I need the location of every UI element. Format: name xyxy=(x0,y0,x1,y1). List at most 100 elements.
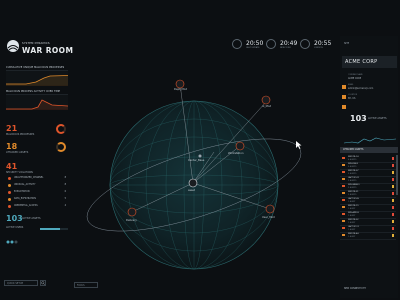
processes-ring-icon xyxy=(56,124,66,134)
row-title: LAPTOP-05 xyxy=(348,197,359,200)
field-value: admin@acmecorp.com xyxy=(348,87,374,90)
field-key: COMPANY NAME xyxy=(348,74,363,76)
field-value: NY, US xyxy=(348,97,356,100)
svg-text:Dept_Mod: Dept_Mod xyxy=(174,87,187,91)
tag-icon xyxy=(342,157,345,159)
right-assets-label: ACTIVE ASSETS xyxy=(368,117,387,120)
flag-icon xyxy=(392,206,394,209)
war-room-app: { "brand": {"subtitle": "SYSTEM DYNAMICS… xyxy=(0,0,400,300)
tag-icon xyxy=(342,213,345,215)
violation-value: 5 xyxy=(64,197,66,200)
new-connectivity-label: NEW CONNECTIVITY xyxy=(344,287,367,290)
flag-icon xyxy=(392,192,394,195)
flag-icon xyxy=(392,220,394,223)
row-sub: 2 ALERTS xyxy=(348,193,357,196)
violation-row[interactable]: CREDENTIAL_ACCESS 4 xyxy=(8,204,66,208)
violation-value: 8 xyxy=(64,183,66,186)
flag-icon xyxy=(392,185,394,188)
row-title: WKSTN-02 xyxy=(348,218,359,221)
brand-logo xyxy=(6,38,20,52)
flag-icon xyxy=(392,213,394,216)
flag-icon xyxy=(392,157,394,160)
svg-text:Delivery: Delivery xyxy=(126,218,137,222)
row-title: WKSTN-31 xyxy=(348,190,359,193)
quick-setup-input[interactable]: QUICK SETUP xyxy=(4,280,38,286)
violation-row[interactable]: UNAUTHORIZED_CHANNEL 8 xyxy=(8,176,66,180)
row-sub: 2 ALERTS xyxy=(348,179,357,182)
svg-text:asset: asset xyxy=(188,188,195,192)
assets-ring-icon xyxy=(56,142,66,152)
tag-icon xyxy=(342,206,345,208)
activity-chart xyxy=(6,94,69,110)
chart2-title: MALICIOUS PROCESS ACTIVITY OVER TIME xyxy=(6,90,61,93)
row-sub: 3 ALERTS xyxy=(348,165,357,168)
flag-icon xyxy=(392,199,394,202)
malicious-processes-label: MALICIOUS PROCESSES xyxy=(6,133,35,136)
row-sub: 1 ALERT xyxy=(348,214,356,217)
violation-dot-icon xyxy=(8,190,11,194)
malicious-processes-count: 21 xyxy=(6,124,18,133)
table-row[interactable]: WKSTN-44 1 ALERT xyxy=(340,232,396,240)
row-sub: 1 ALERT xyxy=(348,200,356,203)
violation-label: CREDENTIAL_ACCESS xyxy=(14,204,38,207)
globe-node[interactable]: Dept_Mod xyxy=(174,79,187,91)
active-users-label: ACTIVE USERS xyxy=(6,226,24,229)
flag-icon xyxy=(392,164,394,167)
security-violations-label: SECURITY VIOLATIONS xyxy=(6,171,33,174)
flag-icon xyxy=(392,171,394,174)
row-title: WKSTN-19 xyxy=(348,204,359,207)
svg-text:User_Mod: User_Mod xyxy=(262,215,275,219)
row-sub: 1 ALERT xyxy=(348,221,356,224)
active-users-icons xyxy=(6,230,22,244)
violation-dot-icon xyxy=(8,176,11,180)
violation-value: 8 xyxy=(64,176,66,179)
brand-subtitle: SYSTEM DYNAMICS xyxy=(22,42,50,45)
cumulative-chart xyxy=(6,70,69,86)
violation-value: 4 xyxy=(64,204,66,207)
violation-label: UNAUTHORIZED_CHANNEL xyxy=(14,176,44,179)
security-violations-count: 41 xyxy=(6,162,18,171)
location-icon xyxy=(342,94,346,113)
search-button[interactable] xyxy=(40,280,46,286)
table-scrollbar[interactable] xyxy=(396,155,398,195)
mouse-cursor-icon xyxy=(296,134,302,153)
chart1-title: CUMULATIVE UNIQUE MALICIOUS PROCESSES xyxy=(6,66,65,69)
row-title: SRV-WEB01 xyxy=(348,183,360,186)
globe-node[interactable]: ui_Mod xyxy=(261,95,271,108)
active-assets-sparkbar xyxy=(40,216,68,230)
tag-icon xyxy=(342,220,345,222)
violation-row[interactable]: DATA_EXFILTRATION 5 xyxy=(8,197,66,201)
violation-row[interactable]: EXPLOITATION 6 xyxy=(8,190,66,194)
tag-icon xyxy=(342,185,345,187)
row-title: WKSTN-07 xyxy=(348,169,359,172)
flag-icon xyxy=(392,227,394,230)
violation-dot-icon xyxy=(8,197,11,201)
svg-text:Center_Base: Center_Base xyxy=(188,158,205,162)
row-sub: 1 ALERT xyxy=(348,228,356,231)
row-title: SRV-DB02 xyxy=(348,162,358,165)
row-title: LAPTOP-22 xyxy=(348,176,359,179)
row-title: WKSTN-44 xyxy=(348,232,359,235)
table-header: ATTACKED ASSETS xyxy=(340,147,398,153)
violation-dot-icon xyxy=(8,183,11,187)
active-assets-count: 103 xyxy=(6,214,23,223)
company-header[interactable]: ACME CORP xyxy=(342,56,397,68)
violation-row[interactable]: UNUSUAL_ACTIVITY 8 xyxy=(8,183,66,187)
row-sub: 1 ALERT xyxy=(348,207,356,210)
flag-icon xyxy=(392,234,394,237)
threat-globe[interactable]: Dept_Mod ui_Mod Workstation Center_Base … xyxy=(74,40,336,284)
site-label: SITE xyxy=(344,42,350,45)
field-key: EMAIL xyxy=(348,84,354,86)
tag-icon xyxy=(342,164,345,166)
attacked-assets-label: ATTACKED ASSETS xyxy=(6,151,29,154)
svg-text:ui_Mod: ui_Mod xyxy=(262,104,271,108)
field-value: ACME CORP xyxy=(348,77,362,80)
search-icon xyxy=(41,281,45,285)
focus-dropdown[interactable]: FOCUS xyxy=(74,282,98,288)
violation-value: 6 xyxy=(64,190,66,193)
globe-logo-icon xyxy=(7,40,19,52)
violation-label: EXPLOITATION xyxy=(14,190,30,193)
svg-text:Workstation: Workstation xyxy=(228,151,244,155)
attacked-assets-count: 18 xyxy=(6,142,18,151)
violation-label: UNUSUAL_ACTIVITY xyxy=(14,183,36,186)
